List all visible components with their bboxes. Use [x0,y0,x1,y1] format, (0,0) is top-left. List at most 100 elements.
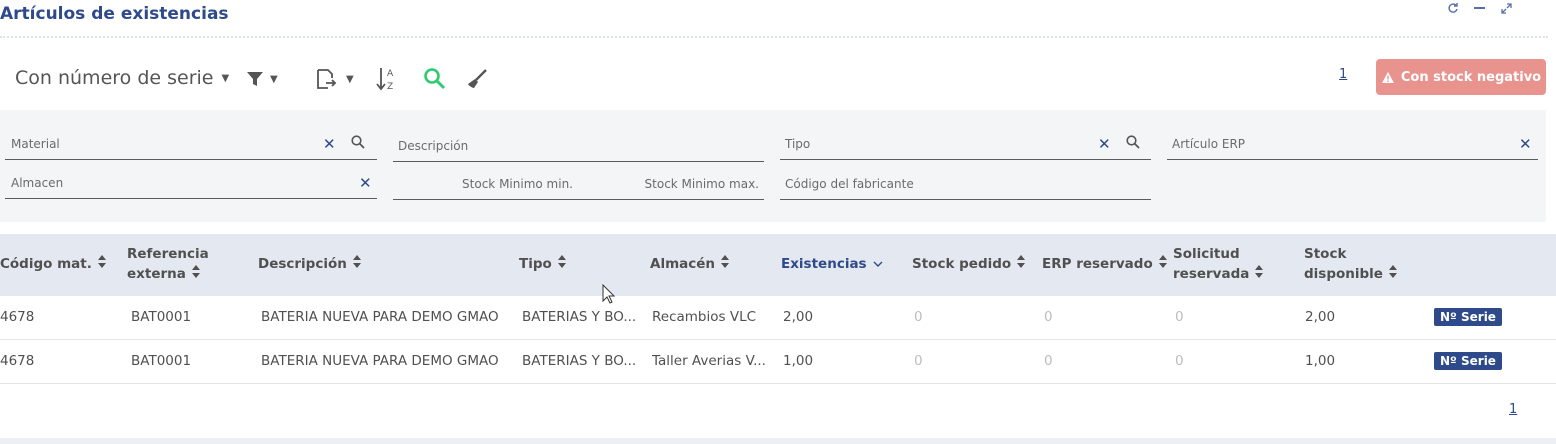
table-row[interactable]: 4678 BAT0001 BATERIA NUEVA PARA DEMO GMA… [0,340,1556,384]
cell-stock-pedido: 0 [914,353,923,369]
cell-tipo: BATERIAS Y BO... [522,309,637,325]
cell-stock-pedido: 0 [914,309,923,325]
clear-icon[interactable]: ✕ [323,135,336,153]
filter-button[interactable]: ▼ [246,66,278,92]
view-label: Con número de serie [15,67,214,89]
svg-text:A: A [387,69,394,79]
cell-descripcion: BATERIA NUEVA PARA DEMO GMAO [261,309,499,325]
col-stock-disp-label-2: disponible [1304,266,1383,282]
pagination-bottom[interactable]: 1 [1509,402,1517,417]
negative-stock-button[interactable]: Con stock negativo [1376,59,1546,95]
export-icon [317,69,337,89]
sort-icon [557,254,566,274]
minimize-icon[interactable] [1473,2,1486,18]
filter-icon [247,72,263,86]
cell-solicitud: 0 [1175,353,1184,369]
cell-codigo: 4678 [0,309,35,325]
sort-desc-icon [873,254,883,274]
stock-max-field[interactable]: Stock Minimo max. [575,170,764,200]
cell-solicitud: 0 [1175,309,1184,325]
serial-badge[interactable]: Nº Serie [1434,352,1502,370]
sort-icon [721,254,730,274]
col-tipo-label: Tipo [519,256,552,272]
search-icon[interactable] [351,134,365,153]
cell-stock-disponible: 1,00 [1305,353,1336,369]
almacen-label: Almacen [11,176,64,190]
almacen-field[interactable]: Almacen ✕ [5,169,377,199]
page-title: Artículos de existencias [0,4,229,24]
sort-icon [1255,264,1264,284]
codigo-fabricante-field[interactable]: Código del fabricante [780,170,1151,200]
col-codigo[interactable]: Código mat. [0,254,106,274]
col-solicitud-reservada[interactable]: Solicitud reservada [1173,244,1264,284]
warning-icon [1381,71,1394,83]
mouse-cursor-icon [602,283,616,308]
sort-icon [352,254,361,274]
sort-icon [1388,264,1397,284]
tipo-label: Tipo [785,137,811,151]
descripcion-field[interactable]: Descripción [393,132,764,162]
articulo-erp-label: Artículo ERP [1172,137,1246,151]
sort-az-button[interactable]: AZ [376,66,398,92]
expand-icon[interactable] [1500,2,1513,19]
clear-icon[interactable]: ✕ [359,174,372,192]
col-erp-reservado-label: ERP reservado [1042,256,1153,272]
cell-almacen: Taller Averias V... [652,353,766,369]
stock-min-label: Stock Minimo min. [462,177,573,191]
articulo-erp-field[interactable]: Artículo ERP ✕ [1167,130,1538,160]
col-tipo[interactable]: Tipo [519,254,566,274]
sort-icon [97,254,106,274]
sort-icon [191,264,200,284]
material-field[interactable]: Material ✕ [5,130,377,160]
clear-filters-button[interactable] [466,66,488,92]
search-button[interactable] [423,66,447,92]
col-codigo-label: Código mat. [0,256,92,272]
cell-tipo: BATERIAS Y BO... [522,353,637,369]
cell-almacen: Recambios VLC [652,309,757,325]
col-existencias[interactable]: Existencias [781,254,883,274]
stock-min-field[interactable]: Stock Minimo min. [393,170,575,200]
toolbar: Con número de serie ▼ [15,62,229,94]
material-label: Material [11,137,60,151]
cell-existencias: 2,00 [783,309,814,325]
chevron-down-icon: ▼ [346,73,354,85]
col-existencias-label: Existencias [781,256,867,272]
col-stock-pedido[interactable]: Stock pedido [912,254,1026,274]
refresh-icon[interactable] [1447,2,1459,18]
col-descripcion[interactable]: Descripción [258,254,361,274]
cell-referencia: BAT0001 [131,353,192,369]
header-divider [0,36,1548,38]
search-icon[interactable] [1126,134,1140,153]
col-referencia[interactable]: Referencia externa [127,244,209,284]
clear-icon[interactable]: ✕ [1098,135,1111,153]
sort-az-icon: AZ [376,68,394,92]
cell-descripcion: BATERIA NUEVA PARA DEMO GMAO [261,353,499,369]
export-button[interactable]: ▼ [314,66,354,92]
serial-badge[interactable]: Nº Serie [1434,308,1502,326]
col-almacen[interactable]: Almacén [650,254,730,274]
tipo-field[interactable]: Tipo ✕ [780,130,1151,160]
footer-bar [0,438,1556,444]
pagination-top[interactable]: 1 [1339,67,1347,82]
cell-erp-reservado: 0 [1044,353,1053,369]
clear-icon[interactable]: ✕ [1519,135,1532,153]
col-solicitud-label-2: reservada [1173,266,1250,282]
table-row[interactable]: 4678 BAT0001 BATERIA NUEVA PARA DEMO GMA… [0,296,1556,340]
sort-icon [1158,254,1167,274]
cell-existencias: 1,00 [783,353,814,369]
descripcion-label: Descripción [398,139,469,153]
view-selector[interactable]: Con número de serie ▼ [15,67,229,89]
col-stock-pedido-label: Stock pedido [912,256,1012,272]
col-erp-reservado[interactable]: ERP reservado [1042,254,1167,274]
filter-panel: Material ✕ Descripción Tipo ✕ Artículo E… [0,110,1546,222]
codigo-fabricante-label: Código del fabricante [785,177,914,191]
col-solicitud-label: Solicitud [1173,246,1240,262]
col-descripcion-label: Descripción [258,256,347,272]
svg-text:Z: Z [387,82,393,92]
table-header: Código mat. Referencia externa Descripci… [0,234,1556,296]
search-icon [424,68,446,90]
stock-max-label: Stock Minimo max. [644,177,759,191]
brush-icon [468,69,487,88]
col-stock-disponible[interactable]: Stock disponible [1304,244,1397,284]
sort-icon [1017,254,1026,274]
